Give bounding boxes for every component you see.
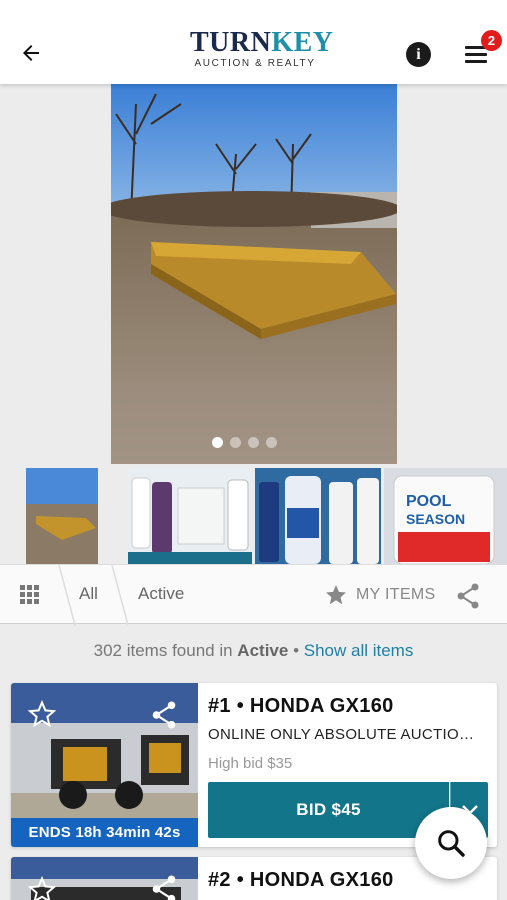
share-icon [457,583,479,609]
turnkey-logo[interactable]: TURNKEY AUCTION & REALTY [190,27,334,74]
share-button[interactable] [456,583,480,609]
star-outline-icon [27,875,57,900]
results-filter-name: Active [237,641,289,660]
tab-active[interactable]: Active [138,584,184,604]
lot-photo[interactable]: ENDS 18h 34min 42s [11,683,198,847]
search-icon [438,830,465,857]
lot-share-button[interactable] [151,875,177,900]
info-button[interactable]: i [406,42,431,67]
lot-high-bid: High bid $35 [208,755,293,772]
lot-photo[interactable] [11,857,198,900]
show-all-items-link[interactable]: Show all items [304,641,414,660]
favorite-star-button[interactable] [27,699,57,729]
share-icon [152,701,176,729]
back-button[interactable] [16,38,46,68]
logo-tagline: AUCTION & REALTY [194,58,316,69]
gallery-pagination [212,437,277,448]
search-fab[interactable] [415,807,487,879]
logo-wordmark: TURNKEY [190,27,334,58]
back-arrow-icon [23,45,39,61]
thumbnail-chemicals[interactable] [255,468,381,564]
grid-view-button[interactable] [20,585,40,605]
tab-separator [58,565,76,625]
lot-ends-countdown: ENDS 18h 34min 42s [11,818,198,847]
lot-share-button[interactable] [151,701,177,729]
main-lot-photo[interactable] [111,84,397,464]
star-icon [326,585,346,605]
results-summary: 302 items found in Active • Show all ite… [0,641,507,661]
svg-text:POOL: POOL [406,493,452,510]
thumbnail-pool-products[interactable] [128,468,252,564]
pagination-dot[interactable] [212,437,223,448]
pagination-dot[interactable] [266,437,277,448]
lot-title[interactable]: #2 • HONDA GX160 [208,869,394,892]
tab-all[interactable]: All [79,584,98,604]
pagination-dot[interactable] [230,437,241,448]
thumbnail-pool-season[interactable]: POOL SEASON [384,468,507,564]
my-items-button[interactable]: MY ITEMS [324,582,435,608]
favorite-star-button[interactable] [27,875,57,900]
bid-button[interactable]: BID $45 [208,782,449,838]
results-count: 302 items found in [93,641,233,660]
my-items-label: MY ITEMS [356,586,436,603]
svg-text:SEASON: SEASON [406,511,465,527]
results-separator: • [293,641,300,660]
lot-title[interactable]: #1 • HONDA GX160 [208,695,394,718]
info-icon: i [416,45,421,63]
thumbnail-strip: POOL SEASON [0,464,507,564]
filter-bar: All Active MY ITEMS [0,564,507,625]
app-header: TURNKEY AUCTION & REALTY i 2 [0,0,507,84]
share-icon [152,875,176,900]
pagination-dot[interactable] [248,437,259,448]
lot-auction-name: ONLINE ONLY ABSOLUTE AUCTION ... [208,726,483,743]
tab-separator [111,565,129,625]
star-outline-icon [27,699,57,728]
menu-badge: 2 [481,30,502,51]
trailer-photo [111,84,397,464]
thumbnail-trailer[interactable] [26,468,98,564]
